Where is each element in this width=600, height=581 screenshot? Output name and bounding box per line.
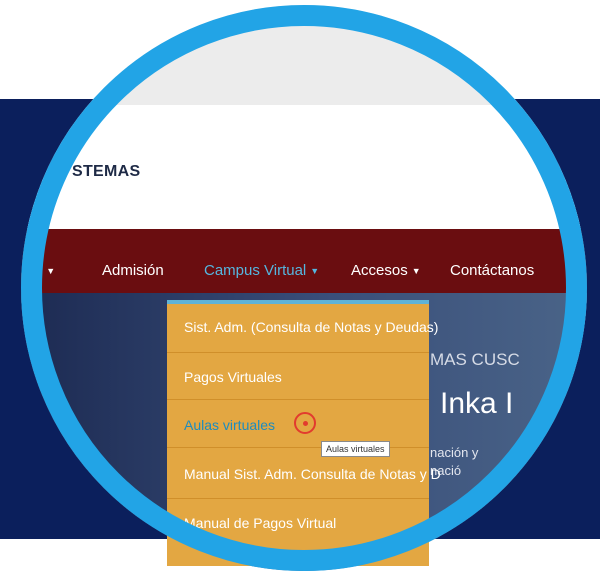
hero-kicker: MAS CUSC: [430, 350, 520, 369]
dropdown-item-aulas-virtuales[interactable]: Aulas virtuales: [184, 417, 275, 433]
chevron-down-icon: ▼: [310, 265, 320, 276]
dropdown-item-manual-sist-adm[interactable]: Manual Sist. Adm. Consulta de Notas y D: [184, 466, 441, 482]
dropdown-item-sist-adm[interactable]: Sist. Adm. (Consulta de Notas y Deudas): [184, 319, 438, 335]
browser-toolbar: [21, 5, 587, 106]
dropdown-item-pagos-virtuales[interactable]: Pagos Virtuales: [184, 369, 282, 385]
chevron-down-icon: ▼: [411, 265, 421, 276]
site-header: STEMAS: [21, 105, 587, 229]
tooltip: Aulas virtuales: [321, 441, 390, 457]
nav-item-accesos[interactable]: Accesos ▼: [351, 262, 421, 279]
divider: [167, 498, 429, 499]
cursor-dot-icon: [303, 421, 308, 426]
hero-title: Inka I: [440, 387, 514, 420]
chevron-down-icon: ▼: [46, 265, 56, 276]
divider: [167, 352, 429, 353]
site-brand-text: STEMAS: [72, 163, 141, 180]
divider: [167, 399, 429, 400]
hero-body-line-1: nación y: [430, 445, 479, 460]
nav-item-campus-virtual[interactable]: Campus Virtual ▼: [204, 262, 319, 279]
main-navbar: ios ▼ Admisión Campus Virtual ▼ Accesos …: [21, 229, 587, 293]
nav-item-contactanos[interactable]: Contáctanos: [450, 262, 534, 279]
dropdown-item-manual-pagos[interactable]: Manual de Pagos Virtual: [184, 515, 336, 531]
nav-item-admision[interactable]: Admisión: [102, 262, 164, 279]
divider: [167, 447, 429, 448]
nav-item-inicios[interactable]: ios ▼: [23, 262, 55, 279]
